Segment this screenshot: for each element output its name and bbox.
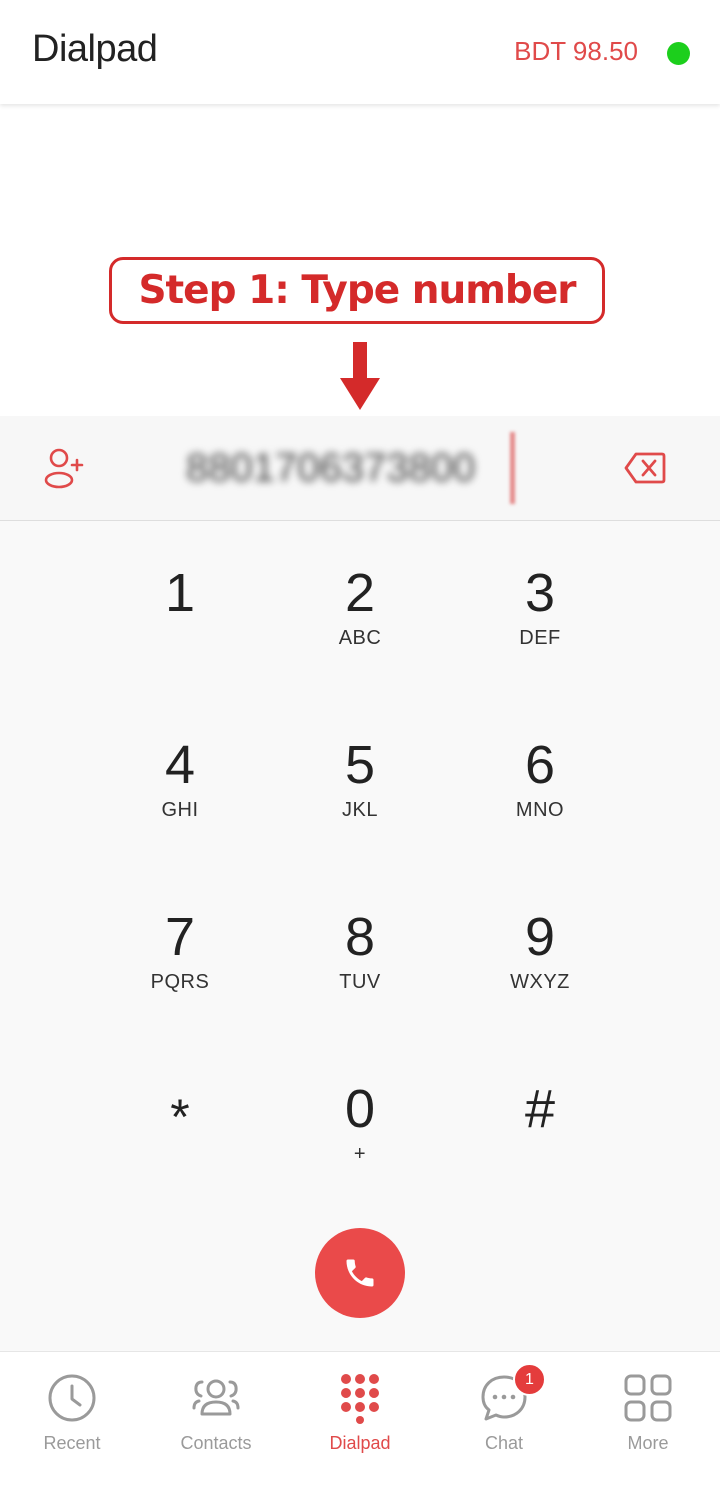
nav-contacts[interactable]: Contacts bbox=[144, 1352, 288, 1485]
key-1[interactable]: 1 bbox=[100, 521, 260, 671]
phone-number-input[interactable] bbox=[186, 442, 516, 494]
key-digit: 3 bbox=[524, 563, 556, 623]
nav-chat[interactable]: 1 Chat bbox=[432, 1352, 576, 1485]
key-digit: 5 bbox=[344, 735, 376, 795]
chat-unread-badge: 1 bbox=[513, 1363, 546, 1396]
bottom-nav: Recent Contacts Dialpad 1 Chat More bbox=[0, 1351, 720, 1485]
clock-icon bbox=[48, 1374, 96, 1422]
key-2[interactable]: 2 ABC bbox=[280, 521, 440, 671]
key-digit: * bbox=[170, 1089, 190, 1145]
key-letters: WXYZ bbox=[510, 971, 570, 993]
key-7[interactable]: 7 PQRS bbox=[100, 865, 260, 1015]
key-3[interactable]: 3 DEF bbox=[460, 521, 620, 671]
number-entry-row bbox=[0, 416, 720, 521]
key-digit: 1 bbox=[164, 563, 196, 623]
key-digit: 6 bbox=[524, 735, 556, 795]
key-0[interactable]: 0 + bbox=[280, 1037, 440, 1187]
nav-label: Dialpad bbox=[329, 1433, 391, 1453]
key-digit: 0 bbox=[344, 1079, 376, 1139]
nav-recent[interactable]: Recent bbox=[0, 1352, 144, 1485]
key-digit: 2 bbox=[344, 563, 376, 623]
key-letters: DEF bbox=[519, 627, 561, 649]
key-letters: MNO bbox=[515, 799, 565, 821]
down-arrow-icon bbox=[340, 342, 380, 410]
text-caret bbox=[510, 432, 515, 504]
balance-label: BDT 98.50 bbox=[514, 36, 638, 66]
key-digit: # bbox=[524, 1079, 556, 1139]
page-title: Dialpad bbox=[32, 28, 158, 70]
key-digit: 4 bbox=[164, 735, 196, 795]
key-letters: TUV bbox=[339, 971, 381, 993]
dialpad-icon bbox=[341, 1374, 379, 1424]
call-button[interactable] bbox=[315, 1228, 405, 1318]
nav-more[interactable]: More bbox=[576, 1352, 720, 1485]
grid-icon bbox=[624, 1374, 672, 1422]
backspace-icon[interactable] bbox=[624, 450, 666, 486]
app-header: Dialpad BDT 98.50 bbox=[0, 0, 720, 104]
key-4[interactable]: 4 GHI bbox=[100, 693, 260, 843]
contacts-icon bbox=[192, 1379, 240, 1416]
key-digit: 8 bbox=[344, 907, 376, 967]
online-status-dot bbox=[667, 42, 690, 65]
key-letters: + bbox=[353, 1143, 367, 1165]
key-letters: GHI bbox=[161, 799, 199, 821]
nav-dialpad[interactable]: Dialpad bbox=[288, 1352, 432, 1485]
key-star[interactable]: * bbox=[100, 1037, 260, 1187]
keypad: 1 2 ABC 3 DEF 4 GHI 5 JKL 6 MNO 7 PQRS 8… bbox=[0, 521, 720, 1351]
nav-label: Recent bbox=[43, 1433, 101, 1453]
key-8[interactable]: 8 TUV bbox=[280, 865, 440, 1015]
phone-icon bbox=[346, 1259, 374, 1287]
nav-label: More bbox=[627, 1433, 669, 1453]
person-add-icon[interactable] bbox=[42, 446, 86, 490]
key-5[interactable]: 5 JKL bbox=[280, 693, 440, 843]
step-annotation-box: Step 1: Type number bbox=[109, 257, 605, 324]
key-letters: ABC bbox=[338, 627, 382, 649]
key-letters: PQRS bbox=[150, 971, 210, 993]
key-9[interactable]: 9 WXYZ bbox=[460, 865, 620, 1015]
nav-label: Contacts bbox=[180, 1433, 252, 1453]
key-digit: 7 bbox=[164, 907, 196, 967]
key-6[interactable]: 6 MNO bbox=[460, 693, 620, 843]
key-hash[interactable]: # bbox=[460, 1037, 620, 1187]
nav-label: Chat bbox=[484, 1433, 524, 1453]
key-digit: 9 bbox=[524, 907, 556, 967]
key-letters: JKL bbox=[342, 799, 378, 821]
